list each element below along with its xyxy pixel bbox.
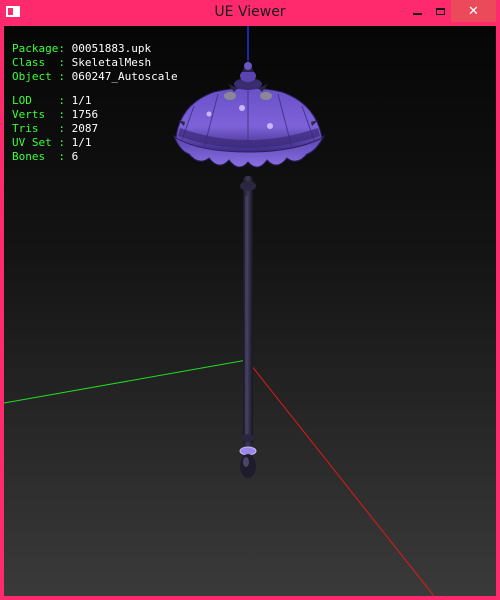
- info-row-package: Package: 00051883.upk: [12, 42, 152, 55]
- maximize-button[interactable]: [427, 0, 453, 22]
- parasol-model: [172, 60, 326, 478]
- axis-y-line: [4, 359, 248, 404]
- info-row-tris: Tris : 2087: [12, 122, 99, 135]
- title-bar[interactable]: UE Viewer ✕: [0, 0, 500, 26]
- info-row-lod: LOD : 1/1: [12, 94, 92, 107]
- canopy-bow: [239, 105, 245, 111]
- close-icon: ✕: [468, 3, 479, 19]
- info-row-uvset: UV Set : 1/1: [12, 136, 92, 149]
- info-row-bones: Bones : 6: [12, 150, 79, 163]
- close-button[interactable]: ✕: [451, 0, 496, 22]
- app-window: UE Viewer ✕ Package: 00051883.upk Class …: [0, 0, 500, 600]
- app-icon[interactable]: [6, 6, 20, 17]
- info-row-object: Object : 060247_Autoscale: [12, 70, 178, 83]
- window-title: UE Viewer: [214, 4, 286, 20]
- 3d-viewport[interactable]: Package: 00051883.upk Class : SkeletalMe…: [4, 26, 496, 596]
- minimize-icon: [412, 13, 422, 15]
- mesh-info-panel: Package: 00051883.upk Class : SkeletalMe…: [12, 42, 178, 164]
- shaft-ring: [240, 181, 256, 191]
- handle-knob: [240, 454, 256, 478]
- info-row-verts: Verts : 1756: [12, 108, 99, 121]
- handle-ring: [239, 446, 257, 456]
- axis-x-line: [246, 359, 435, 596]
- maximize-icon: [435, 7, 445, 15]
- info-row-class: Class : SkeletalMesh: [12, 56, 152, 69]
